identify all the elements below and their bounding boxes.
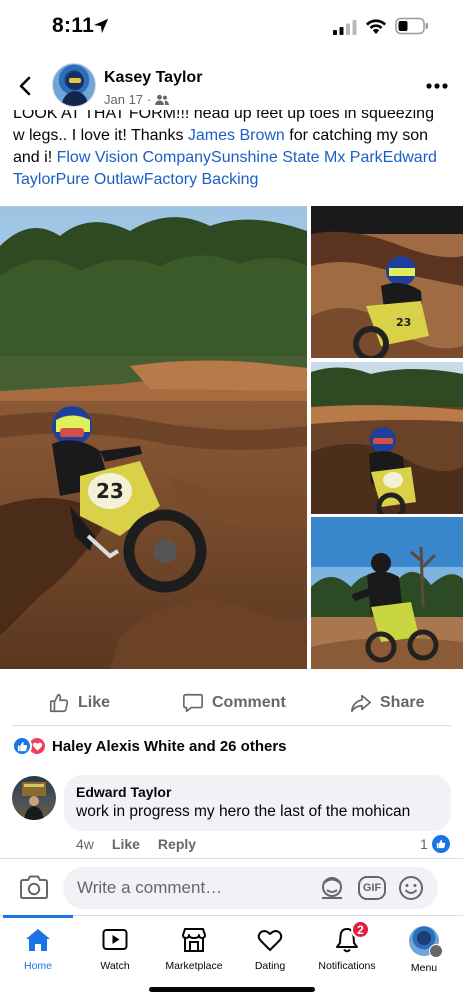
commenter-avatar[interactable] bbox=[12, 776, 56, 820]
marketplace-store-icon bbox=[182, 928, 206, 952]
wifi-icon bbox=[366, 19, 386, 34]
gif-button[interactable]: GIF bbox=[358, 876, 386, 900]
tab-label: Watch bbox=[100, 960, 130, 972]
tab-label: Notifications bbox=[318, 960, 376, 972]
tab-label: Menu bbox=[410, 962, 438, 974]
post-meta: Jan 17 · bbox=[104, 92, 170, 107]
post-actions: Like Comment Share bbox=[0, 681, 463, 725]
share-button[interactable]: Share bbox=[350, 681, 424, 725]
author-avatar[interactable] bbox=[52, 63, 96, 107]
comment-text: work in progress my hero the last of the… bbox=[76, 803, 411, 820]
comment-like-count[interactable]: 1 bbox=[420, 835, 450, 853]
back-arrow-icon[interactable] bbox=[14, 74, 38, 98]
tab-watch[interactable]: Watch bbox=[77, 926, 153, 972]
like-button[interactable]: Like bbox=[48, 681, 110, 725]
like-reaction-icon bbox=[12, 736, 32, 756]
caption-text: for catching my son bbox=[284, 127, 428, 144]
comment-label: Comment bbox=[212, 694, 286, 711]
caption-line-1: LOOK AT THAT FORM!!! head up feet up toe… bbox=[13, 110, 434, 122]
friends-icon bbox=[155, 94, 170, 105]
comment-reply-link[interactable]: Reply bbox=[158, 836, 196, 852]
tab-menu[interactable]: Menu bbox=[386, 926, 462, 974]
reaction-summary-text: Haley Alexis White and 26 others bbox=[52, 737, 287, 755]
status-time: 8:11 bbox=[52, 14, 95, 37]
home-indicator bbox=[149, 987, 315, 992]
more-options-icon[interactable] bbox=[426, 82, 448, 90]
post-header: Kasey Taylor Jan 17 · bbox=[0, 60, 463, 116]
like-label: Like bbox=[78, 694, 111, 711]
tab-label: Marketplace bbox=[165, 960, 223, 972]
tab-notifications[interactable]: 2 Notifications bbox=[306, 920, 388, 972]
photo-thumbnail[interactable] bbox=[311, 362, 463, 514]
share-arrow-icon bbox=[351, 694, 371, 713]
location-arrow-icon bbox=[93, 18, 109, 34]
dating-heart-icon bbox=[257, 930, 283, 951]
caption-text: w legs.. I love it! Thanks bbox=[13, 127, 188, 144]
meta-separator: · bbox=[147, 92, 152, 107]
photo-thumbnail[interactable]: 23 bbox=[311, 206, 463, 358]
comment-bubble-icon bbox=[183, 693, 203, 713]
tab-dating[interactable]: Dating bbox=[232, 926, 308, 972]
svg-text:23: 23 bbox=[96, 479, 124, 503]
notifications-badge: 2 bbox=[351, 920, 370, 939]
photo-grid: 23 23 bbox=[0, 206, 463, 669]
post-date[interactable]: Jan 17 bbox=[104, 92, 143, 107]
emoji-icon[interactable] bbox=[398, 875, 424, 901]
tab-home[interactable]: Home bbox=[0, 926, 76, 972]
tab-label: Home bbox=[23, 960, 52, 972]
tagged-pages-link[interactable]: Flow Vision CompanySunshine State Mx Par… bbox=[13, 149, 437, 188]
comment-age: 4w bbox=[76, 836, 94, 852]
svg-text:23: 23 bbox=[396, 316, 411, 329]
reactions-summary[interactable]: Haley Alexis White and 26 others bbox=[12, 736, 287, 756]
active-tab-indicator bbox=[3, 915, 73, 918]
thumbs-up-icon bbox=[49, 693, 69, 713]
like-reaction-icon bbox=[431, 835, 450, 853]
tab-marketplace[interactable]: Marketplace bbox=[155, 926, 233, 972]
profile-avatar bbox=[409, 926, 443, 958]
comment-meta: 4w Like Reply bbox=[76, 836, 196, 852]
caption-text: and i! bbox=[13, 149, 57, 166]
comment-like-count-text: 1 bbox=[420, 836, 428, 852]
battery-icon bbox=[395, 17, 428, 35]
comment-bubble[interactable]: Edward Taylor work in progress my hero t… bbox=[64, 775, 451, 831]
share-label: Share bbox=[380, 694, 425, 711]
comment-author[interactable]: Edward Taylor bbox=[76, 784, 439, 800]
watch-video-icon bbox=[102, 929, 128, 950]
cell-signal-icon bbox=[333, 20, 357, 35]
mention-link[interactable]: James Brown bbox=[188, 127, 285, 144]
home-icon bbox=[26, 929, 50, 951]
comment-button[interactable]: Comment bbox=[182, 681, 286, 725]
status-bar: 8:11 bbox=[0, 0, 463, 56]
author-name[interactable]: Kasey Taylor bbox=[104, 69, 202, 87]
divider bbox=[12, 725, 451, 726]
camera-icon[interactable] bbox=[20, 874, 48, 900]
menu-hamburger-icon bbox=[429, 944, 443, 958]
comment-like-link[interactable]: Like bbox=[112, 836, 140, 852]
photo-thumbnail[interactable] bbox=[311, 517, 463, 669]
avatar-sticker-icon[interactable] bbox=[318, 876, 346, 900]
post-caption: LOOK AT THAT FORM!!! head up feet up toe… bbox=[13, 110, 453, 198]
tab-label: Dating bbox=[254, 960, 286, 972]
divider bbox=[0, 858, 463, 859]
photo-main[interactable]: 23 bbox=[0, 206, 307, 669]
